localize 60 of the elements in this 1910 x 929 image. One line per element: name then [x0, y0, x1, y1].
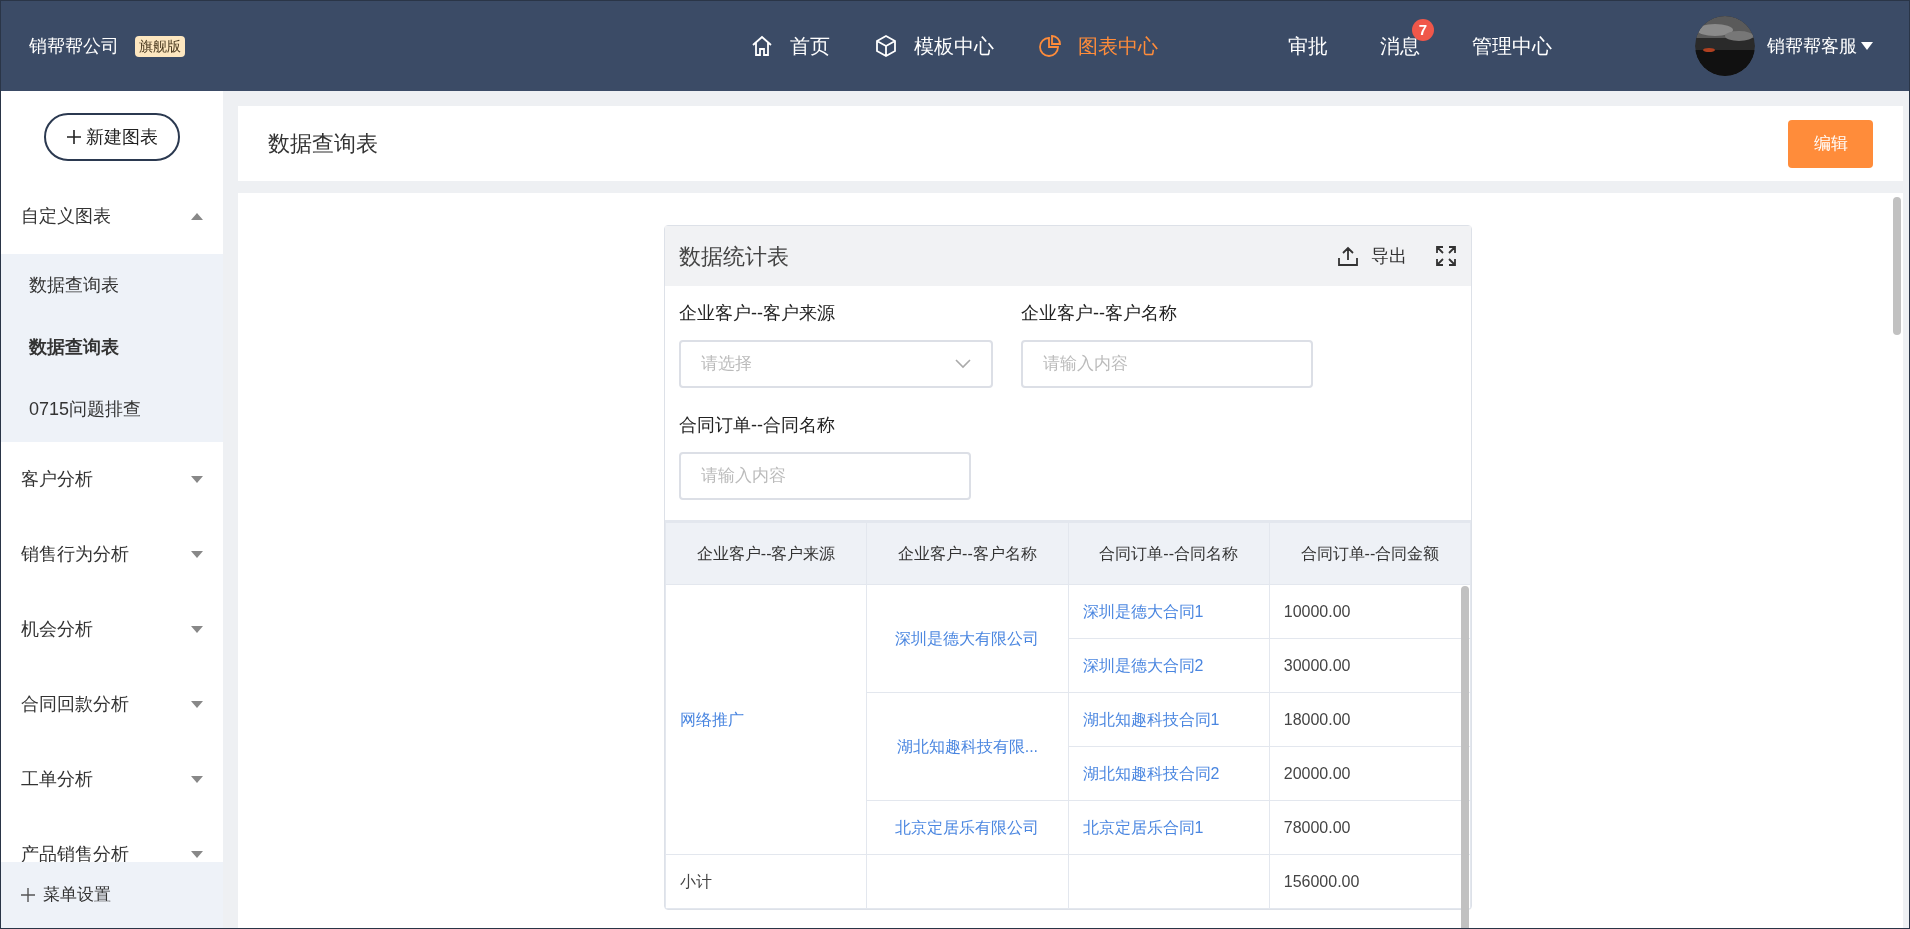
menu-settings-button[interactable]: 菜单设置 — [1, 862, 223, 928]
sidebar-group[interactable]: 产品销售分析 — [1, 817, 223, 862]
caret-down-icon — [191, 626, 203, 633]
caret-down-icon — [191, 476, 203, 483]
nav-tab[interactable]: 图表中心 — [1038, 31, 1158, 61]
pie-chart-icon — [1038, 34, 1062, 58]
sidebar-group[interactable]: 客户分析 — [1, 442, 223, 517]
input-field[interactable]: 请输入内容 — [1021, 340, 1313, 388]
fullscreen-icon[interactable] — [1435, 245, 1457, 267]
company-name: 销帮帮公司 — [29, 34, 119, 58]
sidebar-item[interactable]: 数据查询表 — [1, 254, 223, 316]
table-scrollbar[interactable] — [1461, 586, 1469, 928]
table-cell[interactable]: 深圳是德大合同2 — [1068, 638, 1270, 693]
sidebar-group[interactable]: 工单分析 — [1, 742, 223, 817]
table-cell[interactable]: 湖北知趣科技有限... — [866, 692, 1068, 801]
table-cell[interactable]: 湖北知趣科技合同1 — [1068, 692, 1270, 747]
scrollbar[interactable] — [1893, 197, 1901, 335]
edition-badge: 旗舰版 — [135, 35, 185, 57]
filter-label: 合同订单--合同名称 — [679, 414, 836, 437]
caret-down-icon — [191, 551, 203, 558]
nav-link[interactable]: 审批 — [1288, 35, 1328, 57]
nav-tab[interactable]: 模板中心 — [874, 31, 994, 61]
new-chart-button[interactable]: 新建图表 — [44, 113, 180, 161]
plus-icon — [21, 888, 35, 902]
table-cell: 小计 — [665, 854, 867, 909]
table-cell[interactable]: 湖北知趣科技合同2 — [1068, 746, 1270, 801]
chevron-down-icon — [955, 359, 971, 369]
table-cell[interactable]: 深圳是德大合同1 — [1068, 584, 1270, 639]
sidebar-group[interactable]: 自定义图表 — [1, 179, 223, 254]
caret-icon — [1861, 42, 1873, 50]
page-title: 数据查询表 — [268, 130, 378, 158]
caret-down-icon — [191, 701, 203, 708]
sidebar-group[interactable]: 合同回款分析 — [1, 667, 223, 742]
sidebar-item[interactable]: 数据查询表 — [1, 316, 223, 378]
filter-label: 企业客户--客户名称 — [1021, 302, 1178, 325]
caret-down-icon — [191, 851, 203, 858]
home-icon — [750, 34, 774, 58]
widget-title: 数据统计表 — [679, 242, 789, 271]
table-cell[interactable]: 网络推广 — [665, 584, 867, 855]
filter-label: 企业客户--客户来源 — [679, 302, 836, 325]
column-header: 合同订单--合同名称 — [1068, 522, 1270, 585]
upload-icon — [1337, 245, 1359, 267]
input-field[interactable]: 请输入内容 — [679, 452, 971, 500]
caret-up-icon — [191, 213, 203, 220]
sidebar-group[interactable]: 销售行为分析 — [1, 517, 223, 592]
nav-tab[interactable]: 首页 — [750, 31, 830, 61]
sidebar-item[interactable]: 0715问题排查 — [1, 378, 223, 440]
table-cell[interactable]: 北京定居乐合同1 — [1068, 800, 1270, 855]
column-header: 企业客户--客户来源 — [665, 522, 867, 585]
user-menu[interactable]: 销帮帮客服 — [1767, 32, 1873, 60]
table-cell[interactable]: 深圳是德大有限公司 — [866, 584, 1068, 693]
plus-icon — [66, 129, 82, 145]
export-button[interactable]: 导出 — [1337, 242, 1407, 270]
column-header: 合同订单--合同金额 — [1269, 522, 1471, 585]
column-header: 企业客户--客户名称 — [866, 522, 1068, 585]
table-cell[interactable]: 北京定居乐有限公司 — [866, 800, 1068, 855]
sidebar-group[interactable]: 机会分析 — [1, 592, 223, 667]
cube-icon — [874, 34, 898, 58]
caret-down-icon — [191, 776, 203, 783]
nav-link[interactable]: 管理中心 — [1472, 35, 1552, 57]
